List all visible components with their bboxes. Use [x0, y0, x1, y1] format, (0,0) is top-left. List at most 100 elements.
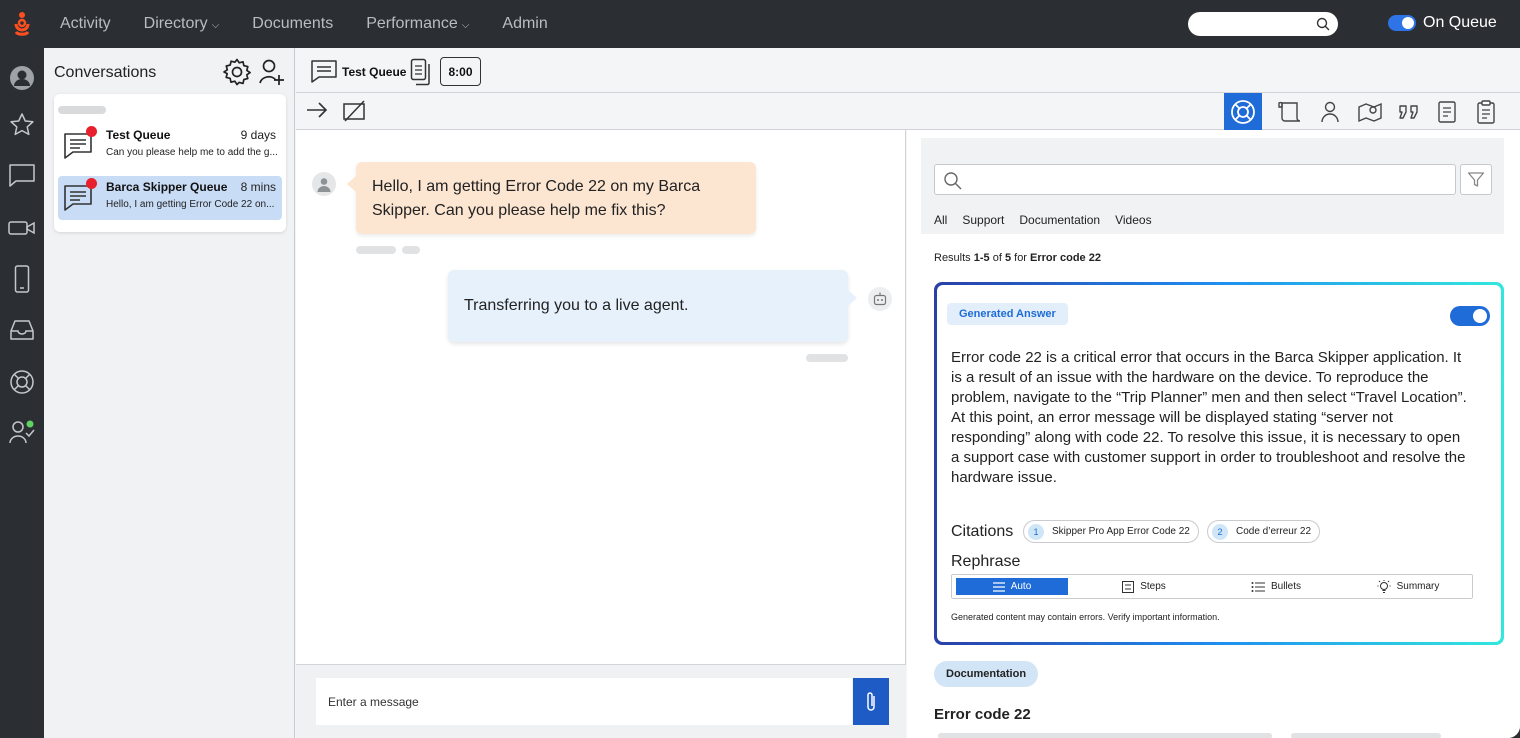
- tab-support[interactable]: Support: [962, 213, 1004, 227]
- filter-icon: [1467, 171, 1485, 187]
- rephrase-option-steps[interactable]: Steps: [1088, 578, 1200, 595]
- message-meta-placeholder: [356, 246, 396, 254]
- interaction-header: Test Queue 8:00: [296, 48, 1520, 93]
- filter-button[interactable]: [1460, 164, 1492, 195]
- app-window: Activity Directory ⌵ Documents Performanc…: [0, 0, 1520, 738]
- conversation-item-barca-skipper[interactable]: Barca Skipper Queue 8 mins Hello, I am g…: [58, 176, 282, 220]
- chat-icon[interactable]: [8, 161, 36, 189]
- rephrase-option-auto[interactable]: Auto: [956, 578, 1068, 595]
- chat-transcript: Hello, I am getting Error Code 22 on my …: [296, 130, 906, 738]
- rephrase-option-label: Steps: [1140, 581, 1166, 592]
- conversation-item-test-queue[interactable]: Test Queue 9 days Can you please help me…: [58, 124, 282, 168]
- interaction-toolbar: [296, 93, 1520, 130]
- generated-answer-body: Generated Answer Error code 22 is a crit…: [937, 285, 1501, 642]
- tab-videos[interactable]: Videos: [1115, 213, 1151, 227]
- nav-directory[interactable]: Directory ⌵: [144, 15, 220, 33]
- attach-button[interactable]: [853, 678, 889, 725]
- results-summary: Results 1-5 of 5 for Error code 22: [934, 252, 1101, 264]
- bot-message: Transferring you to a live agent.: [448, 270, 857, 342]
- conversations-title: Conversations: [54, 64, 157, 81]
- documentation-badge: Documentation: [934, 661, 1039, 687]
- script-icon[interactable]: [1271, 95, 1309, 129]
- on-queue-label: On Queue: [1423, 14, 1497, 31]
- nav-activity[interactable]: Activity: [60, 15, 111, 33]
- nav-admin[interactable]: Admin: [502, 15, 547, 33]
- video-icon[interactable]: [8, 214, 36, 242]
- transfer-arrow-icon[interactable]: [306, 101, 328, 119]
- agent-status-icon[interactable]: [8, 418, 36, 446]
- left-rail: [0, 48, 44, 738]
- message-meta-placeholder: [402, 246, 420, 254]
- mobile-phone-icon[interactable]: [8, 265, 36, 293]
- inbox-icon[interactable]: [8, 316, 36, 344]
- bullets-icon: [1251, 581, 1265, 592]
- result-title[interactable]: Error code 22: [934, 706, 1031, 723]
- nav-performance-label: Performance: [366, 15, 458, 32]
- participant-icon[interactable]: [1311, 95, 1349, 129]
- gear-icon[interactable]: [222, 57, 252, 92]
- citation-chip[interactable]: 2 Code d’erreur 22: [1207, 520, 1321, 543]
- nav-documents-label: Documents: [252, 15, 334, 32]
- paperclip-icon: [867, 691, 875, 711]
- on-queue-status: On Queue: [1388, 14, 1497, 32]
- rephrase-selector: Auto Steps Bullets Summary: [951, 574, 1473, 599]
- lifebuoy-icon[interactable]: [8, 368, 36, 396]
- conversation-list: Test Queue 9 days Can you please help me…: [54, 94, 286, 232]
- loading-placeholder: [58, 106, 106, 114]
- nav-performance[interactable]: Performance ⌵: [366, 15, 469, 33]
- rephrase-option-bullets[interactable]: Bullets: [1220, 578, 1332, 595]
- chevron-down-icon: ⌵: [211, 19, 220, 31]
- star-icon[interactable]: [8, 111, 36, 139]
- top-bar: Activity Directory ⌵ Documents Performanc…: [0, 0, 1520, 48]
- citation-number: 1: [1028, 523, 1044, 540]
- rephrase-option-label: Auto: [1010, 581, 1032, 592]
- conversation-name: Test Queue: [106, 128, 171, 142]
- search-icon: [1316, 17, 1330, 31]
- copy-transcript-icon[interactable]: [410, 58, 432, 86]
- citations-label: Citations: [951, 523, 1014, 540]
- profile-avatar-icon[interactable]: [8, 64, 36, 92]
- generated-answer-text: Error code 22 is a critical error that o…: [951, 349, 1467, 486]
- conversation-name: Barca Skipper Queue: [106, 180, 228, 194]
- result-placeholder: [1291, 733, 1441, 738]
- customer-avatar-icon: [312, 172, 336, 196]
- conversation-time: 8 mins: [240, 180, 276, 194]
- notes-icon[interactable]: [1428, 95, 1466, 129]
- citation-label: Code d’erreur 22: [1236, 526, 1312, 537]
- citation-chip[interactable]: 1 Skipper Pro App Error Code 22: [1023, 520, 1199, 543]
- nav-directory-label: Directory: [143, 15, 208, 32]
- knowledge-lifebuoy-icon[interactable]: [1224, 93, 1262, 130]
- steps-icon: [1122, 580, 1135, 593]
- quote-icon[interactable]: [1390, 95, 1428, 129]
- results-prefix: Results: [934, 252, 974, 264]
- generated-answer-toggle[interactable]: [1450, 306, 1490, 326]
- generated-answer-card: Generated Answer Error code 22 is a crit…: [934, 282, 1504, 645]
- conversation-preview: Hello, I am getting Error Code 22 on...: [106, 199, 275, 210]
- results-of: of: [989, 252, 1005, 264]
- message-input[interactable]: [316, 678, 852, 725]
- journey-map-icon[interactable]: [1351, 95, 1389, 129]
- interaction-timer: 8:00: [440, 57, 481, 86]
- on-queue-toggle[interactable]: [1388, 15, 1416, 31]
- add-user-icon[interactable]: [258, 57, 286, 92]
- bot-avatar-icon: [868, 287, 892, 311]
- rephrase-option-summary[interactable]: Summary: [1352, 578, 1464, 595]
- tab-all[interactable]: All: [934, 213, 947, 227]
- knowledge-panel: All Support Documentation Videos Results…: [907, 130, 1520, 738]
- message-composer: [296, 664, 906, 738]
- clipboard-icon[interactable]: [1467, 95, 1505, 129]
- rephrase-option-label: Summary: [1396, 581, 1440, 592]
- video-off-icon[interactable]: [342, 99, 366, 123]
- unread-indicator: [86, 126, 97, 137]
- interaction-queue-name: Test Queue: [342, 65, 407, 79]
- tab-documentation[interactable]: Documentation: [1019, 213, 1100, 227]
- rephrase-label: Rephrase: [951, 553, 1021, 570]
- conversations-panel: Conversations Test Queue 9 days Can you …: [44, 48, 295, 738]
- main-area: Conversations Test Queue 9 days Can you …: [44, 48, 1520, 738]
- nav-documents[interactable]: Documents: [252, 15, 333, 33]
- knowledge-search-input[interactable]: [934, 164, 1456, 195]
- lines-icon: [992, 581, 1005, 592]
- global-search-input[interactable]: [1188, 12, 1338, 36]
- results-for: for: [1011, 252, 1031, 264]
- genesys-logo-icon[interactable]: [10, 10, 34, 38]
